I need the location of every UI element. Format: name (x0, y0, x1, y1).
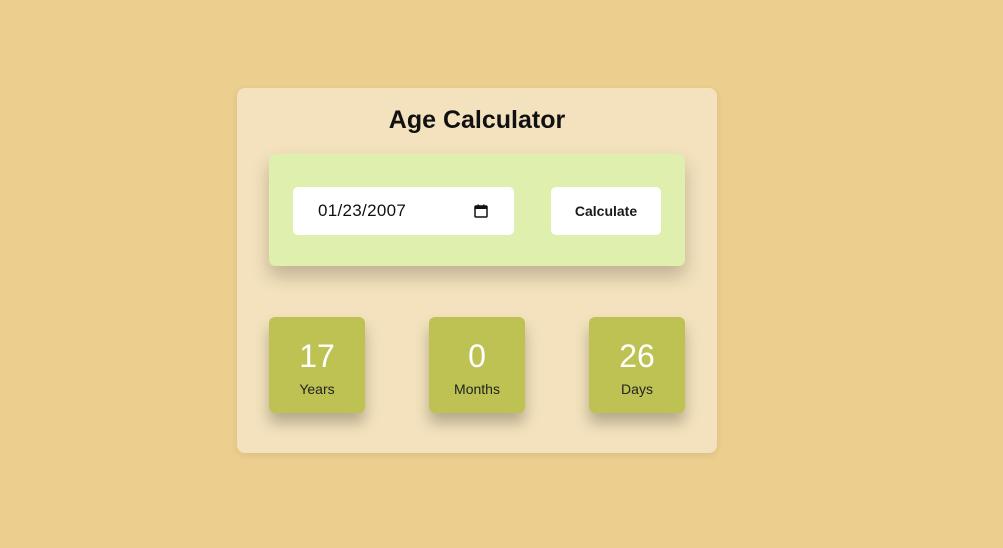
months-label: Months (454, 381, 500, 397)
months-value: 0 (468, 338, 486, 374)
years-label: Years (299, 381, 335, 397)
months-result: 0 Months (429, 317, 525, 413)
years-result: 17 Years (269, 317, 365, 413)
days-value: 26 (619, 338, 655, 374)
birthdate-value: 01/23/2007 (318, 201, 407, 220)
days-label: Days (621, 381, 653, 397)
birthdate-input[interactable]: 01/23/2007 (293, 187, 514, 235)
years-value: 17 (299, 338, 335, 374)
calculate-button[interactable]: Calculate (551, 187, 661, 235)
age-calculator-card: Age Calculator 01/23/2007 Calculate 17 Y… (237, 88, 717, 453)
input-panel: 01/23/2007 Calculate (269, 154, 685, 266)
page-title: Age Calculator (388, 106, 566, 134)
calendar-icon[interactable] (474, 204, 488, 218)
days-result: 26 Days (589, 317, 685, 413)
